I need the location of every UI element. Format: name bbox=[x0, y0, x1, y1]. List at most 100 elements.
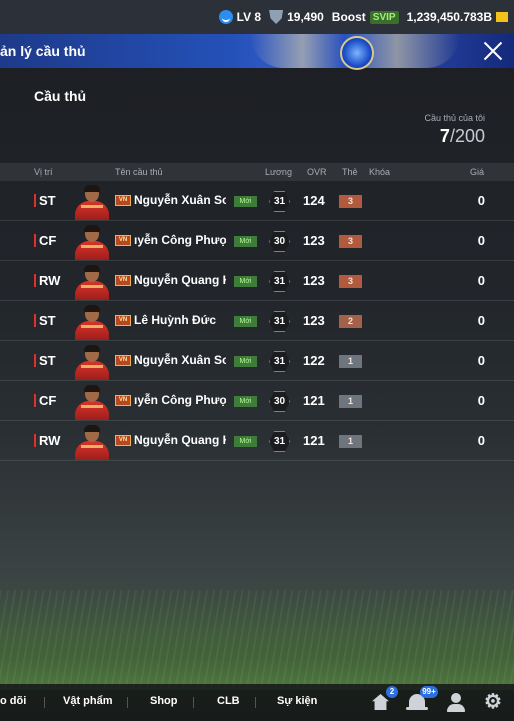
home-icon[interactable]: 2 bbox=[369, 686, 398, 714]
section-title: Cầu thủ bbox=[34, 88, 87, 104]
salary-badge: 31 bbox=[269, 431, 290, 452]
ovr-value: 124 bbox=[303, 193, 325, 208]
player-avatar bbox=[73, 263, 111, 300]
position-label: ST bbox=[34, 353, 56, 368]
salary-badge: 31 bbox=[269, 311, 290, 332]
new-badge: Mới bbox=[234, 276, 257, 287]
ovr-value: 122 bbox=[303, 353, 325, 368]
nav-divider bbox=[255, 697, 256, 708]
user-icon[interactable] bbox=[444, 690, 468, 714]
coins-value: 1,239,450.783B bbox=[406, 10, 492, 24]
player-avatar bbox=[73, 383, 111, 420]
column-card[interactable]: Thẻ bbox=[342, 167, 358, 177]
column-ovr[interactable]: OVR bbox=[307, 167, 327, 177]
column-price[interactable]: Giá bbox=[470, 167, 484, 177]
salary-badge: 31 bbox=[269, 351, 290, 372]
points-display: 19,490 bbox=[269, 10, 324, 24]
player-name: Nguyễn Quang Hả bbox=[134, 433, 226, 447]
coin-icon bbox=[496, 12, 508, 22]
table-row[interactable]: CF VN ıyễn Công Phượng Mới 30 123 3 0 bbox=[0, 221, 514, 261]
grade-badge: 3 bbox=[339, 275, 362, 288]
new-badge: Mới bbox=[234, 396, 257, 407]
player-list: ST VN Nguyễn Xuân Son Mới 31 124 3 0 CF … bbox=[0, 181, 514, 461]
column-position[interactable]: Vị trí bbox=[34, 167, 53, 177]
table-row[interactable]: ST VN Nguyễn Xuân Son Mới 31 122 1 0 bbox=[0, 341, 514, 381]
ovr-value: 121 bbox=[303, 393, 325, 408]
ovr-value: 123 bbox=[303, 313, 325, 328]
new-badge: Mới bbox=[234, 356, 257, 367]
position-label: ST bbox=[34, 313, 56, 328]
position-label: ST bbox=[34, 193, 56, 208]
ovr-value: 121 bbox=[303, 433, 325, 448]
nav-items[interactable]: Vật phẩm bbox=[63, 695, 113, 707]
close-icon[interactable] bbox=[480, 38, 506, 64]
season-badge-icon: VN bbox=[115, 395, 131, 406]
table-row[interactable]: RW VN Nguyễn Quang Hả Mới 31 123 3 0 bbox=[0, 261, 514, 301]
player-count-label: Cầu thủ của tôi bbox=[424, 113, 485, 123]
table-row[interactable]: ST VN Lê Huỳnh Đức Mới 31 123 2 0 bbox=[0, 301, 514, 341]
player-count-current: 7 bbox=[439, 126, 450, 146]
new-badge: Mới bbox=[234, 196, 257, 207]
salary-badge: 31 bbox=[269, 271, 290, 292]
bell-icon[interactable]: 99+ bbox=[405, 686, 438, 714]
player-name: ıyễn Công Phượng bbox=[134, 233, 226, 247]
season-badge-icon: VN bbox=[115, 355, 131, 366]
position-label: RW bbox=[34, 433, 60, 448]
bottom-nav: o dõi Vật phẩm Shop CLB Sự kiện 2 99+ ⚙ bbox=[0, 684, 514, 721]
grade-badge: 1 bbox=[339, 435, 362, 448]
ovr-value: 123 bbox=[303, 273, 325, 288]
table-row[interactable]: CF VN ıyễn Công Phượng Mới 30 121 1 0 bbox=[0, 381, 514, 421]
status-bar: LV 8 19,490 Boost SVIP 1,239,450.783B bbox=[0, 0, 514, 34]
position-label: RW bbox=[34, 273, 60, 288]
price-value: 0 bbox=[477, 273, 485, 288]
nav-follow[interactable]: o dõi bbox=[0, 695, 26, 707]
table-header: Vị trí Tên cầu thủ Lương OVR Thẻ Khóa Gi… bbox=[0, 163, 514, 181]
nav-divider bbox=[44, 697, 45, 708]
boost-label: Boost bbox=[331, 10, 366, 24]
player-name: Nguyễn Xuân Son bbox=[134, 353, 226, 367]
position-label: CF bbox=[34, 233, 56, 248]
new-badge: Mới bbox=[234, 236, 257, 247]
gear-icon[interactable]: ⚙ bbox=[481, 690, 505, 714]
home-badge: 2 bbox=[386, 686, 398, 698]
table-row[interactable]: RW VN Nguyễn Quang Hả Mới 31 121 1 0 bbox=[0, 421, 514, 461]
pitch-background bbox=[0, 590, 514, 690]
salary-badge: 30 bbox=[269, 391, 290, 412]
new-badge: Mới bbox=[234, 436, 257, 447]
price-value: 0 bbox=[477, 193, 485, 208]
coins-display[interactable]: 1,239,450.783B bbox=[407, 10, 508, 24]
shield-icon bbox=[269, 10, 284, 24]
grade-badge: 1 bbox=[339, 355, 362, 368]
player-avatar bbox=[73, 183, 111, 220]
points-value: 19,490 bbox=[287, 10, 324, 24]
nav-events[interactable]: Sự kiện bbox=[277, 695, 317, 707]
grade-badge: 3 bbox=[339, 235, 362, 248]
salary-badge: 30 bbox=[269, 231, 290, 252]
season-badge-icon: VN bbox=[115, 195, 131, 206]
player-name: Nguyễn Quang Hả bbox=[134, 273, 226, 287]
column-name[interactable]: Tên cầu thủ bbox=[115, 167, 163, 177]
season-badge-icon: VN bbox=[115, 435, 131, 446]
smile-badge-icon bbox=[218, 10, 233, 24]
column-lock[interactable]: Khóa bbox=[369, 167, 390, 177]
nav-shop[interactable]: Shop bbox=[150, 695, 178, 707]
price-value: 0 bbox=[477, 393, 485, 408]
season-badge-icon: VN bbox=[115, 315, 131, 326]
price-value: 0 bbox=[477, 433, 485, 448]
table-row[interactable]: ST VN Nguyễn Xuân Son Mới 31 124 3 0 bbox=[0, 181, 514, 221]
notification-badge: 99+ bbox=[420, 686, 438, 698]
player-avatar bbox=[73, 423, 111, 460]
column-salary[interactable]: Lương bbox=[265, 167, 292, 177]
grade-badge: 2 bbox=[339, 315, 362, 328]
player-avatar bbox=[73, 303, 111, 340]
price-value: 0 bbox=[477, 313, 485, 328]
new-badge: Mới bbox=[234, 316, 257, 327]
nav-club[interactable]: CLB bbox=[217, 695, 240, 707]
salary-badge: 31 bbox=[269, 191, 290, 212]
boost-display[interactable]: Boost SVIP bbox=[332, 10, 399, 24]
price-value: 0 bbox=[477, 233, 485, 248]
player-name: Lê Huỳnh Đức bbox=[134, 313, 217, 327]
level-value: LV 8 bbox=[236, 10, 262, 24]
level-display: LV 8 bbox=[218, 10, 262, 24]
season-badge-icon: VN bbox=[115, 275, 131, 286]
